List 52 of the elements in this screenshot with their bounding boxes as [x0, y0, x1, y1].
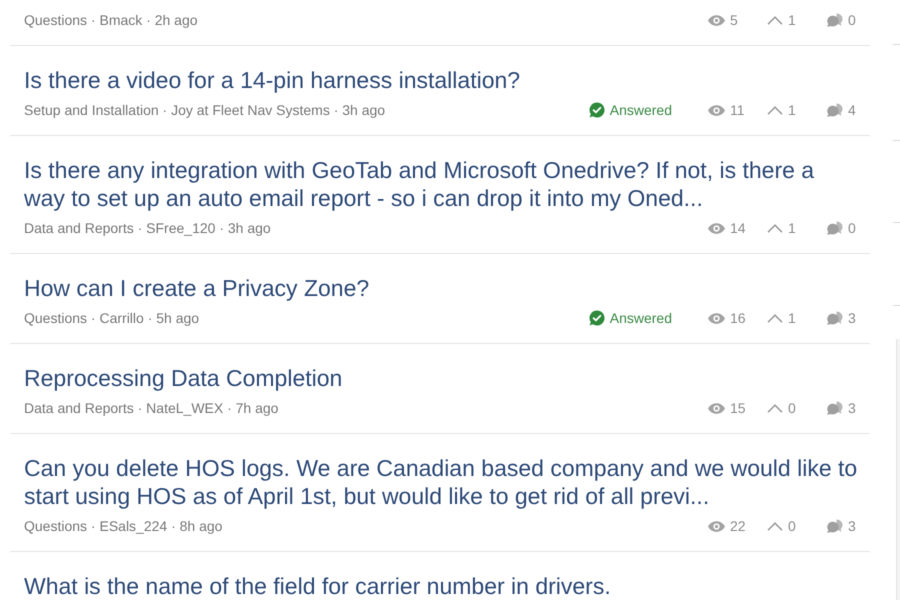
- chat-bubbles-icon: [826, 519, 843, 533]
- reply-count: 0: [848, 12, 856, 28]
- topic-title-link[interactable]: Is there any integration with GeoTab and Microsoft Onedrive? If not, is there a way to set up an auto email report - so i can drop it into my Oned...: [24, 156, 859, 212]
- reply-count: 0: [848, 220, 856, 236]
- vote-count: 0: [788, 518, 796, 534]
- caret-up-icon: [767, 106, 783, 114]
- caret-up-icon: [767, 522, 783, 530]
- eye-icon: [708, 222, 725, 234]
- topic-meta-text: Questions · ESals_224 · 8h ago: [24, 518, 224, 534]
- chat-bubbles-icon: [826, 311, 843, 325]
- chat-bubbles-icon: [826, 13, 843, 27]
- chat-bubbles-icon: [826, 103, 843, 117]
- caret-up-icon: [767, 404, 783, 412]
- caret-up-icon: [767, 314, 783, 322]
- caret-up-icon: [767, 224, 783, 232]
- view-count: 15: [730, 400, 746, 416]
- eye-icon: [708, 104, 725, 116]
- topic-title-link[interactable]: Is there a video for a 14-pin harness installation?: [24, 66, 520, 94]
- view-count: 22: [730, 518, 746, 534]
- vote-count: 1: [788, 310, 796, 326]
- reply-count: 3: [848, 518, 856, 534]
- topic-meta-text: Setup and Installation · Joy at Fleet Nav Systems · 3h ago: [24, 102, 386, 118]
- topic-meta-text: Questions · Carrillo · 5h ago: [24, 310, 200, 326]
- answered-check-icon: [588, 310, 605, 326]
- eye-icon: [708, 520, 725, 532]
- vote-count: 1: [788, 12, 796, 28]
- vote-count: 1: [788, 220, 796, 236]
- reply-count: 4: [848, 102, 856, 118]
- chat-bubbles-icon: [826, 221, 843, 235]
- reply-count: 3: [848, 310, 856, 326]
- topic-meta-text: Data and Reports · NateL_WEX · 7h ago: [24, 400, 280, 416]
- view-count: 11: [730, 102, 745, 118]
- view-count: 16: [730, 310, 746, 326]
- topic-title-link[interactable]: Can you delete HOS logs. We are Canadian based company and we would like to start using HOS as of April 1st, but would like to get rid of all previ...: [24, 454, 859, 510]
- topic-title-link[interactable]: What is the name of the field for carrier number in drivers.: [24, 572, 611, 600]
- vote-count: 0: [788, 400, 796, 416]
- reply-count: 3: [848, 400, 856, 416]
- topic-meta-text: Questions · Bmack · 2h ago: [24, 12, 199, 28]
- view-count: 5: [730, 12, 738, 28]
- eye-icon: [708, 14, 725, 26]
- chat-bubbles-icon: [826, 401, 843, 415]
- answered-label: Answered: [610, 310, 672, 326]
- caret-up-icon: [767, 16, 783, 24]
- eye-icon: [708, 402, 725, 414]
- answered-check-icon: [588, 102, 605, 118]
- vote-count: 1: [788, 102, 796, 118]
- answered-label: Answered: [610, 102, 672, 118]
- topic-title-link[interactable]: How can I create a Privacy Zone?: [24, 274, 370, 302]
- eye-icon: [708, 312, 725, 324]
- topic-title-link[interactable]: Reprocessing Data Completion: [24, 364, 342, 392]
- topic-meta-text: Data and Reports · SFree_120 · 3h ago: [24, 220, 272, 236]
- view-count: 14: [730, 220, 746, 236]
